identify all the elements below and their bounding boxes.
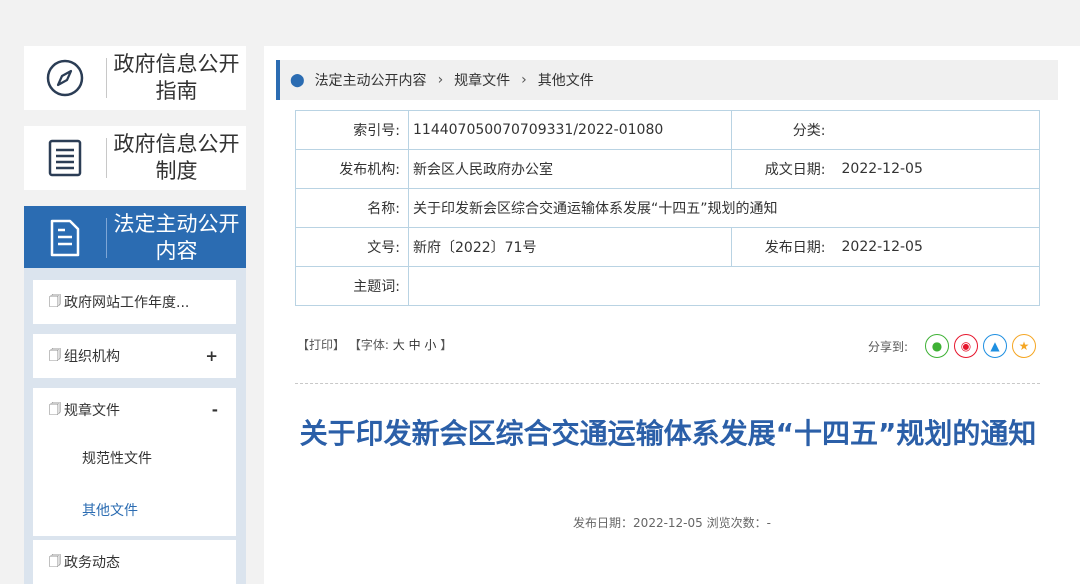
issuer-label: 发布机构: xyxy=(295,149,409,189)
document-icon xyxy=(24,218,106,258)
published-date-label: 发布日期: xyxy=(731,227,842,267)
sidebar-subitem-other[interactable]: 其他文件 xyxy=(33,484,236,536)
created-date-value: 2022-12-05 xyxy=(841,149,1040,189)
sidebar-card-label: 法定主动公开内容 xyxy=(113,212,240,263)
published-date-value: 2022-12-05 xyxy=(841,227,1040,267)
article-title: 关于印发新会区综合交通运输体系发展“十四五”规划的通知 xyxy=(299,417,1037,450)
sidebar-card-content[interactable]: 法定主动公开内容 xyxy=(24,206,246,270)
wechat-icon[interactable]: ● xyxy=(925,334,949,358)
share-bar: 分享到: ● ◉ ▲ ★ xyxy=(868,334,1036,358)
font-small-button[interactable]: 小 xyxy=(424,338,436,352)
doc-icon: 🗍 xyxy=(49,553,61,568)
breadcrumb-item[interactable]: 法定主动公开内容 xyxy=(315,70,427,90)
article-tools: 【打印】 【字体: 大 中 小 】 xyxy=(297,338,453,352)
article-pubinfo: 发布日期：2022-12-05 浏览次数：- xyxy=(573,516,771,530)
doc-icon: 🗍 xyxy=(49,293,61,308)
collapse-toggle[interactable]: - xyxy=(212,401,218,419)
sidebar-item-regulations[interactable]: 🗍 规章文件 - 规范性文件 其他文件 xyxy=(33,388,236,536)
list-icon xyxy=(24,138,106,178)
doc-number-value: 新府〔2022〕71号 xyxy=(408,227,732,267)
share-label: 分享到: xyxy=(867,339,908,354)
chevron-right-icon: › xyxy=(437,72,444,88)
name-label: 名称: xyxy=(295,188,409,228)
sidebar-card-label: 政府信息公开指南 xyxy=(113,52,240,103)
font-medium-button[interactable]: 中 xyxy=(409,338,421,352)
sidebar-item-label: 政务动态 xyxy=(64,555,120,571)
sidebar-card-label: 政府信息公开制度 xyxy=(113,132,240,183)
qzone-icon[interactable]: ★ xyxy=(1012,334,1036,358)
sidebar-item-label: 规章文件 xyxy=(64,403,120,419)
font-size-label: 【字体: xyxy=(348,338,389,352)
sidebar-item-news[interactable]: 🗍 政务动态 xyxy=(33,540,236,584)
location-pin-icon: ⬤ xyxy=(290,72,305,88)
created-date-label: 成文日期: xyxy=(731,149,842,189)
qq-icon[interactable]: ▲ xyxy=(983,334,1007,358)
print-button[interactable]: 【打印】 xyxy=(297,338,345,352)
breadcrumb-item[interactable]: 其他文件 xyxy=(538,70,594,90)
sidebar-subitem-normative[interactable]: 规范性文件 xyxy=(33,432,236,484)
sidebar-card-system[interactable]: 政府信息公开制度 xyxy=(24,126,246,190)
doc-icon: 🗍 xyxy=(49,401,61,416)
sidebar-item-annual-report[interactable]: 🗍 政府网站工作年度... xyxy=(33,280,236,324)
sidebar-card-guide[interactable]: 政府信息公开指南 xyxy=(24,46,246,110)
index-label: 索引号: xyxy=(295,110,409,150)
dashed-divider xyxy=(295,383,1040,384)
doc-icon: 🗍 xyxy=(49,347,61,362)
category-value xyxy=(841,110,1040,150)
category-label: 分类: xyxy=(731,110,842,150)
name-value: 关于印发新会区综合交通运输体系发展“十四五”规划的通知 xyxy=(408,188,1040,228)
font-large-button[interactable]: 大 xyxy=(393,338,405,352)
breadcrumb: ⬤ 法定主动公开内容 › 规章文件 › 其他文件 xyxy=(276,60,1058,100)
issuer-value: 新会区人民政府办公室 xyxy=(408,149,732,189)
sidebar-item-organization[interactable]: 🗍 组织机构 + xyxy=(33,334,236,378)
doc-number-label: 文号: xyxy=(295,227,409,267)
document-metadata-table: 索引号: 114407050070709331/2022-01080 分类: 发… xyxy=(295,110,1040,306)
sidebar-item-label: 政府网站工作年度... xyxy=(64,295,190,311)
expand-toggle[interactable]: + xyxy=(205,347,218,365)
weibo-icon[interactable]: ◉ xyxy=(954,334,978,358)
sidebar-item-label: 组织机构 xyxy=(64,349,120,365)
keywords-label: 主题词: xyxy=(295,266,409,306)
breadcrumb-item[interactable]: 规章文件 xyxy=(454,70,510,90)
chevron-right-icon: › xyxy=(521,72,527,88)
compass-icon xyxy=(24,58,106,98)
index-value: 114407050070709331/2022-01080 xyxy=(408,110,732,150)
keywords-value xyxy=(408,266,1040,306)
